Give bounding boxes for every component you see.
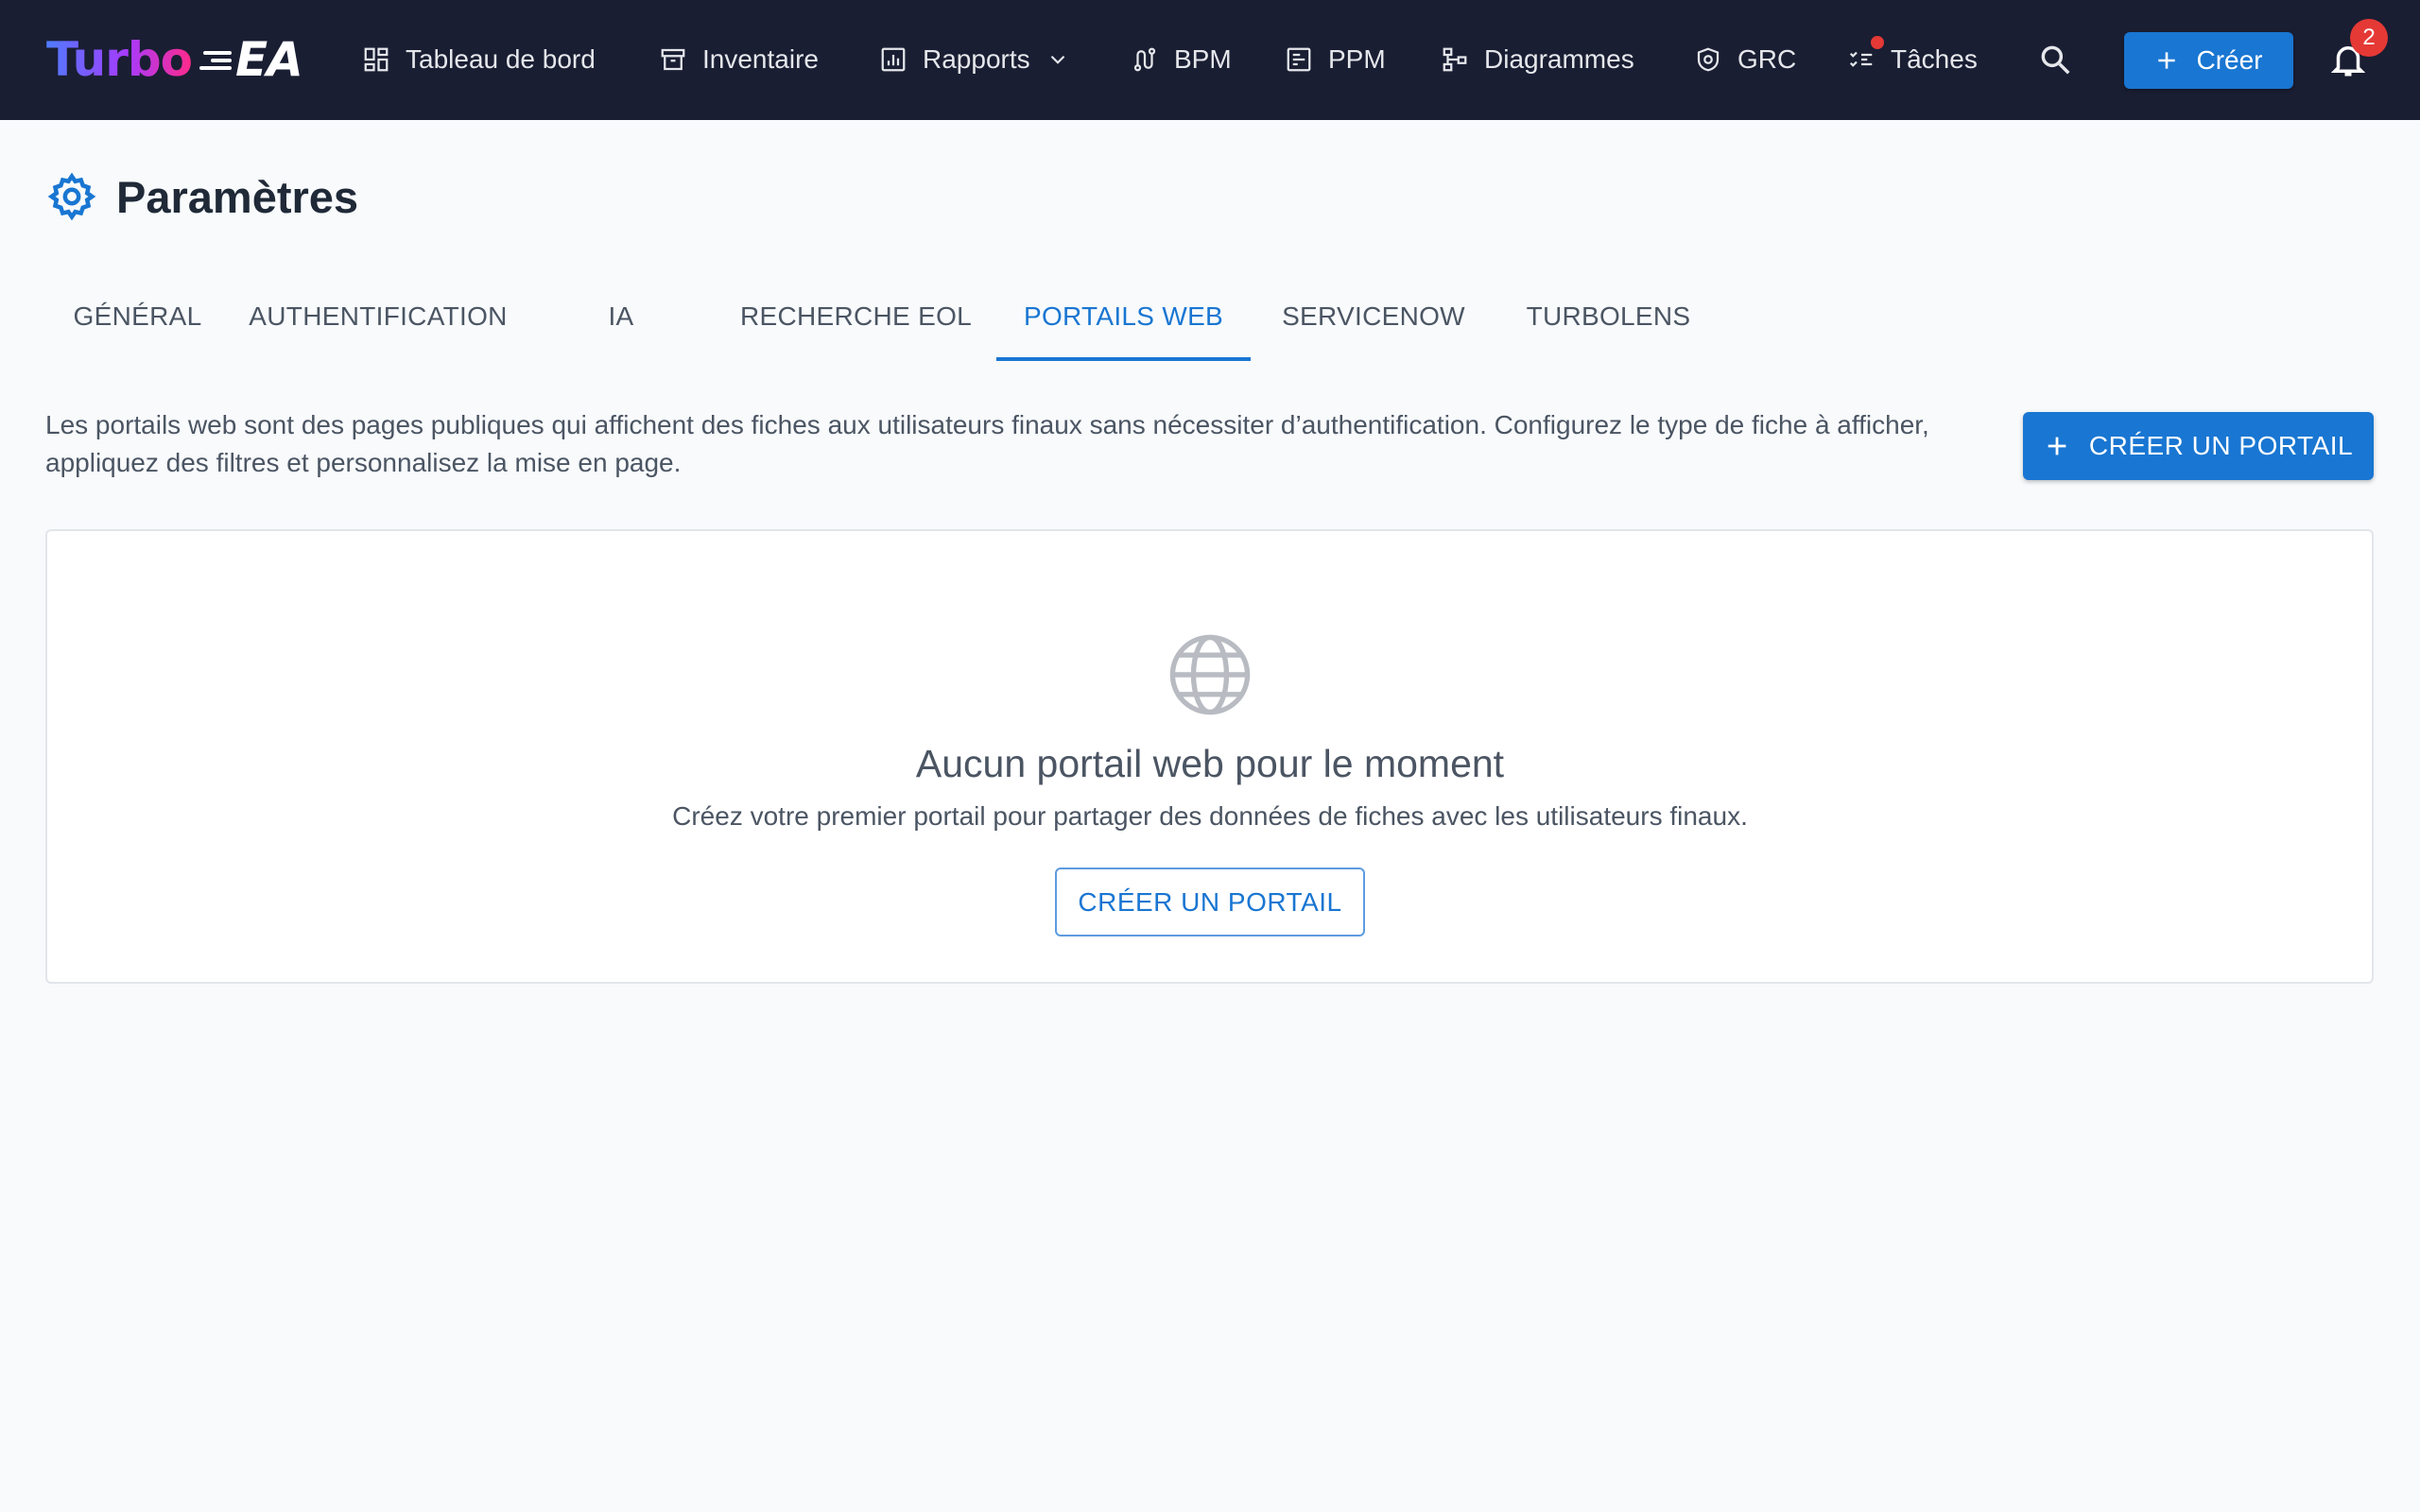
nav-item-label: Rapports: [923, 44, 1030, 74]
nav-item-label: BPM: [1174, 44, 1232, 74]
empty-state-text: Créez votre premier portail pour partage…: [672, 801, 1748, 831]
nav-item-label: Tâches: [1891, 44, 1978, 74]
logo-speed-lines-icon: [198, 45, 233, 74]
nav-item-bpm[interactable]: BPM: [1131, 28, 1232, 91]
empty-state-title: Aucun portail web pour le moment: [915, 742, 1505, 785]
nav-item-label: Tableau de bord: [406, 44, 596, 74]
plus-icon: [2048, 437, 2066, 455]
globe-icon: [1169, 634, 1251, 715]
logo-turbo-text: Turbo: [46, 32, 193, 87]
empty-state-create-portal-button[interactable]: CRÉER UN PORTAIL: [1055, 868, 1365, 936]
nav-item-label: GRC: [1737, 44, 1797, 74]
top-navigation-bar: Turbo EA Tableau de bord Inventaire Rapp…: [0, 0, 2420, 120]
create-button-label: Créer: [2196, 45, 2263, 75]
plus-icon: [2158, 52, 2176, 69]
notification-count-badge: 2: [2350, 19, 2388, 57]
page-title: Paramètres: [116, 171, 359, 222]
create-portal-button[interactable]: CRÉER UN PORTAIL: [2023, 412, 2374, 480]
search-button[interactable]: [2031, 36, 2079, 83]
tab-general[interactable]: Général: [45, 279, 230, 354]
nav-item-grc[interactable]: GRC: [1694, 28, 1796, 91]
project-icon: [1287, 47, 1311, 72]
tab-eol-search[interactable]: Recherche EOL: [716, 279, 996, 354]
nav-item-ppm[interactable]: PPM: [1285, 28, 1386, 91]
shield-icon: [1697, 47, 1720, 72]
nav-item-inventory[interactable]: Inventaire: [659, 28, 819, 91]
nav-item-diagrams[interactable]: Diagrammes: [1441, 28, 1634, 91]
gear-icon: [47, 172, 96, 221]
create-portal-button-label: CRÉER UN PORTAIL: [2088, 431, 2354, 460]
tab-web-portals[interactable]: Portails web: [996, 279, 1251, 354]
tasks-icon: [1849, 51, 1873, 67]
tab-turbolens[interactable]: TurboLens: [1496, 279, 1720, 354]
chevron-down-icon: [1050, 55, 1064, 64]
turboea-logo[interactable]: Turbo EA: [46, 28, 303, 91]
page-header: Paramètres: [46, 168, 358, 225]
nav-item-tasks[interactable]: Tâches: [1847, 28, 1978, 91]
archive-icon: [661, 48, 685, 71]
tab-authentication[interactable]: Authentification: [230, 279, 527, 354]
create-button[interactable]: Créer: [2124, 32, 2293, 89]
active-tab-indicator: [996, 357, 1251, 361]
report-icon: [881, 47, 906, 72]
diagram-icon: [1443, 47, 1467, 72]
nav-item-label: PPM: [1328, 44, 1386, 74]
tasks-notification-dot: [1871, 36, 1884, 49]
nav-item-label: Inventaire: [702, 44, 819, 74]
nav-item-label: Diagrammes: [1484, 44, 1634, 74]
nav-item-reports[interactable]: Rapports: [879, 28, 1070, 91]
process-icon: [1133, 47, 1156, 72]
tab-servicenow[interactable]: ServiceNow: [1251, 279, 1496, 354]
portals-description: Les portails web sont des pages publique…: [45, 410, 1929, 477]
nav-item-dashboard[interactable]: Tableau de bord: [362, 28, 596, 91]
logo-ea-text: EA: [235, 32, 303, 87]
tab-ai[interactable]: IA: [527, 279, 716, 354]
settings-tabs: Général Authentification IA Recherche EO…: [45, 279, 1747, 364]
dashboard-icon: [364, 47, 389, 72]
search-icon: [2041, 45, 2070, 75]
